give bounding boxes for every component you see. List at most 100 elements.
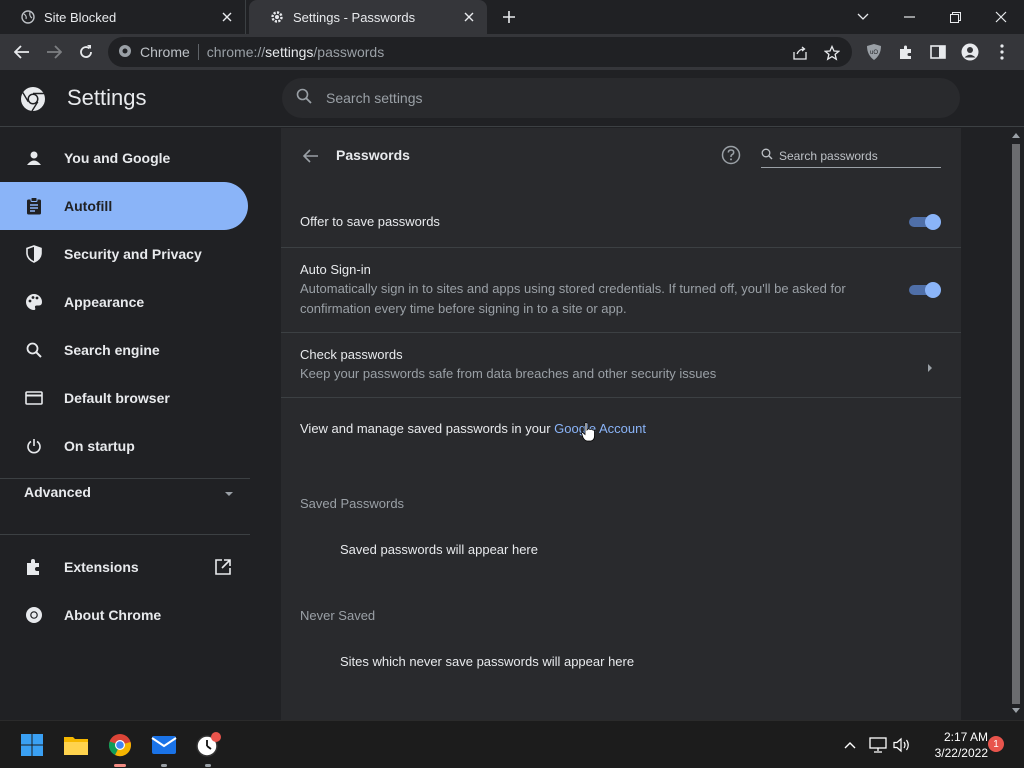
tab-site-blocked[interactable]: Site Blocked [0,0,246,34]
offer-to-save-label: Offer to save passwords [300,214,440,229]
back-arrow-icon[interactable] [8,38,36,66]
google-account-text: View and manage saved passwords in your [300,421,555,436]
sidebar-item-label: About Chrome [64,607,162,623]
back-arrow-icon[interactable] [299,144,323,168]
network-icon[interactable] [868,735,888,755]
svg-text:uO: uO [870,50,878,56]
running-app-indicator [161,764,167,767]
help-icon[interactable] [721,145,743,167]
share-icon[interactable] [790,43,810,63]
gear-icon [269,9,285,25]
sidebar-item-security-and-privacy[interactable]: Security and Privacy [0,230,248,278]
sidebar-item-about-chrome[interactable]: About Chrome [0,591,248,639]
search-icon [24,340,44,360]
mail-icon[interactable] [148,729,180,767]
url-scheme: chrome:// [206,44,266,60]
close-tab-icon[interactable] [219,9,235,25]
omnibox-chip: Chrome [140,44,190,60]
address-bar[interactable]: Chrome chrome://settings/passwords [108,37,852,67]
sidebar-item-label: Security and Privacy [64,246,202,262]
scroll-down-icon[interactable] [1012,708,1020,714]
system-clock[interactable]: 2:17 AM 3/22/2022 [918,729,988,761]
windows-taskbar: 2:17 AM 3/22/2022 [0,720,1024,768]
sidebar-item-search-engine[interactable]: Search engine [0,326,248,374]
open-in-new-icon[interactable] [214,558,234,578]
new-tab-button[interactable] [498,6,520,28]
sidebar-item-autofill[interactable]: Autofill [0,182,248,230]
close-tab-icon[interactable] [461,9,477,25]
auto-signin-label: Auto Sign-in [300,262,371,277]
notification-badge[interactable]: 1 [988,736,1004,752]
running-app-indicator [205,764,211,767]
side-panel-icon[interactable] [924,38,952,66]
reload-icon[interactable] [72,38,100,66]
tab-settings-passwords[interactable]: Settings - Passwords [249,0,487,34]
page-title: Settings [67,85,147,110]
kebab-menu-icon[interactable] [988,38,1016,66]
bookmark-star-icon[interactable] [822,43,842,63]
sidebar-item-label: Default browser [64,390,170,406]
toggle-knob [925,214,941,230]
auto-signin-description: Automatically sign in to sites and apps … [300,281,846,316]
settings-search-input[interactable] [326,90,886,106]
sidebar-item-label: On startup [64,438,135,454]
sidebar-item-label: You and Google [64,150,171,166]
page-scrollbar[interactable] [1008,128,1024,720]
person-icon [24,148,44,168]
offer-to-save-row: Offer to save passwords [281,196,961,248]
windows-start-icon[interactable] [16,729,48,761]
never-saved-heading: Never Saved [300,608,376,623]
sidebar-item-on-startup[interactable]: On startup [0,422,248,470]
password-search-field[interactable] [761,144,941,168]
globe-icon [20,9,36,25]
settings-header: Settings [0,70,1024,127]
auto-signin-row: Auto Sign-in Automatically sign in to si… [281,248,961,333]
sidebar-item-label: Search engine [64,342,160,358]
clock-date: 3/22/2022 [934,746,988,760]
search-icon [296,88,312,109]
tab-search-chevron-icon[interactable] [840,0,886,34]
settings-search-bar[interactable] [282,78,960,118]
tab-title: Site Blocked [44,9,117,25]
chevron-right-icon [927,360,935,372]
clipboard-icon [24,196,44,216]
file-explorer-icon[interactable] [60,729,92,761]
passwords-page: Passwords Offer to save passwords Auto S… [281,128,961,720]
active-app-indicator [114,764,126,767]
check-passwords-row[interactable]: Check passwords Keep your passwords safe… [281,333,961,398]
saved-passwords-empty: Saved passwords will appear here [340,542,538,557]
volume-icon[interactable] [892,735,912,755]
scrollbar-thumb[interactable] [1012,144,1020,704]
extensions-puzzle-icon[interactable] [892,38,920,66]
chrome-logo-icon [118,44,132,61]
clock-app-icon[interactable] [192,729,224,767]
advanced-section-toggle[interactable]: Advanced [24,484,234,500]
sidebar-item-default-browser[interactable]: Default browser [0,374,248,422]
close-window-button[interactable] [978,0,1024,34]
google-account-link[interactable]: Google Account [554,421,646,436]
palette-icon [24,292,44,312]
offer-to-save-toggle[interactable] [909,214,941,230]
clock-time: 2:17 AM [943,730,988,744]
saved-passwords-heading: Saved Passwords [300,496,405,511]
sidebar-divider [0,534,250,535]
minimize-button[interactable] [886,0,932,34]
puzzle-piece-icon [24,557,44,577]
chevron-up-icon[interactable] [840,735,860,755]
password-search-input[interactable] [779,148,929,163]
auto-signin-toggle[interactable] [909,282,941,298]
sidebar-item-appearance[interactable]: Appearance [0,278,248,326]
check-passwords-description: Keep your passwords safe from data breac… [300,366,717,381]
restore-button[interactable] [932,0,978,34]
profile-avatar-icon[interactable] [956,38,984,66]
power-icon [24,436,44,456]
sidebar-item-extensions[interactable]: Extensions [0,543,248,591]
ublock-origin-icon[interactable]: uO [860,38,888,66]
chrome-taskbar-icon[interactable] [104,729,136,767]
forward-arrow-icon[interactable] [40,38,68,66]
tab-strip: Site Blocked Settings - Passwords [0,0,1024,34]
scroll-up-icon[interactable] [1012,132,1020,138]
chrome-logo-icon [20,86,46,112]
sidebar-item-you-and-google[interactable]: You and Google [0,134,248,182]
url-host: settings [265,44,314,60]
